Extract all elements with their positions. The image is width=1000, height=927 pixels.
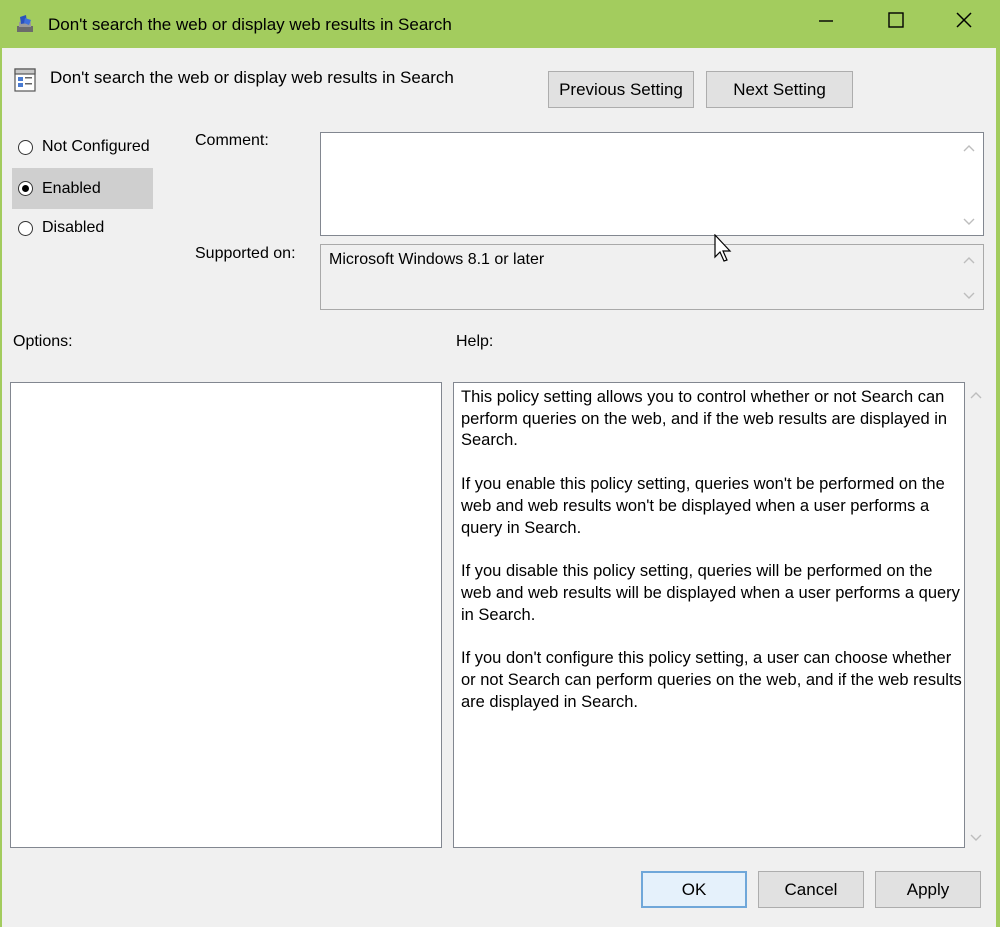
comment-textbox[interactable] [320, 132, 984, 236]
options-pane[interactable] [10, 382, 442, 848]
radio-disabled-circle[interactable] [18, 220, 33, 236]
maximize-icon [887, 11, 905, 34]
help-label: Help: [456, 333, 494, 350]
options-label: Options: [13, 333, 73, 350]
radio-not-configured-label: Not Configured [42, 138, 150, 155]
supported-scroll-down-icon[interactable] [961, 289, 977, 301]
policy-setting-icon [14, 68, 36, 97]
maximize-button[interactable] [862, 0, 930, 44]
ok-button[interactable]: OK [641, 871, 747, 908]
comment-label: Comment: [195, 132, 269, 149]
mouse-cursor-icon [714, 233, 734, 269]
comment-scroll-up-icon[interactable] [961, 141, 977, 153]
help-pane[interactable]: This policy setting allows you to contro… [453, 382, 965, 848]
radio-not-configured-circle[interactable] [18, 139, 33, 155]
close-icon [955, 11, 973, 34]
help-paragraph: If you disable this policy setting, quer… [461, 562, 960, 624]
help-scroll-up-icon[interactable] [968, 388, 984, 400]
apply-button[interactable]: Apply [875, 871, 981, 908]
supported-scroll-up-icon[interactable] [961, 253, 977, 265]
help-paragraph: If you don't configure this policy setti… [461, 649, 962, 711]
minimize-button[interactable] [792, 0, 860, 44]
radio-disabled[interactable]: Disabled [12, 213, 153, 243]
help-text: This policy setting allows you to contro… [461, 387, 966, 735]
help-scroll-down-icon[interactable] [968, 831, 984, 843]
dialog-client-area: Don't search the web or display web resu… [2, 48, 996, 927]
comment-scroll-down-icon[interactable] [961, 215, 977, 227]
setting-name: Don't search the web or display web resu… [50, 68, 454, 87]
help-paragraph: This policy setting allows you to contro… [461, 388, 948, 450]
group-policy-icon [14, 14, 36, 36]
minimize-icon [817, 11, 835, 34]
close-button[interactable] [930, 0, 998, 44]
window-title: Don't search the web or display web resu… [48, 15, 452, 34]
radio-enabled[interactable]: Enabled [12, 168, 153, 209]
radio-enabled-label: Enabled [42, 179, 101, 197]
radio-enabled-circle[interactable] [18, 181, 33, 196]
supported-on-label: Supported on: [195, 245, 296, 262]
title-bar[interactable]: Don't search the web or display web resu… [0, 0, 1000, 48]
next-setting-button[interactable]: Next Setting [706, 71, 853, 108]
supported-on-value: Microsoft Windows 8.1 or later [329, 251, 545, 268]
previous-setting-button[interactable]: Previous Setting [548, 71, 694, 108]
cancel-button[interactable]: Cancel [758, 871, 864, 908]
help-paragraph: If you enable this policy setting, queri… [461, 475, 945, 537]
radio-not-configured[interactable]: Not Configured [12, 132, 153, 162]
policy-dialog-window: Don't search the web or display web resu… [0, 0, 1000, 927]
radio-disabled-label: Disabled [42, 219, 105, 236]
supported-on-textbox: Microsoft Windows 8.1 or later [320, 244, 984, 310]
